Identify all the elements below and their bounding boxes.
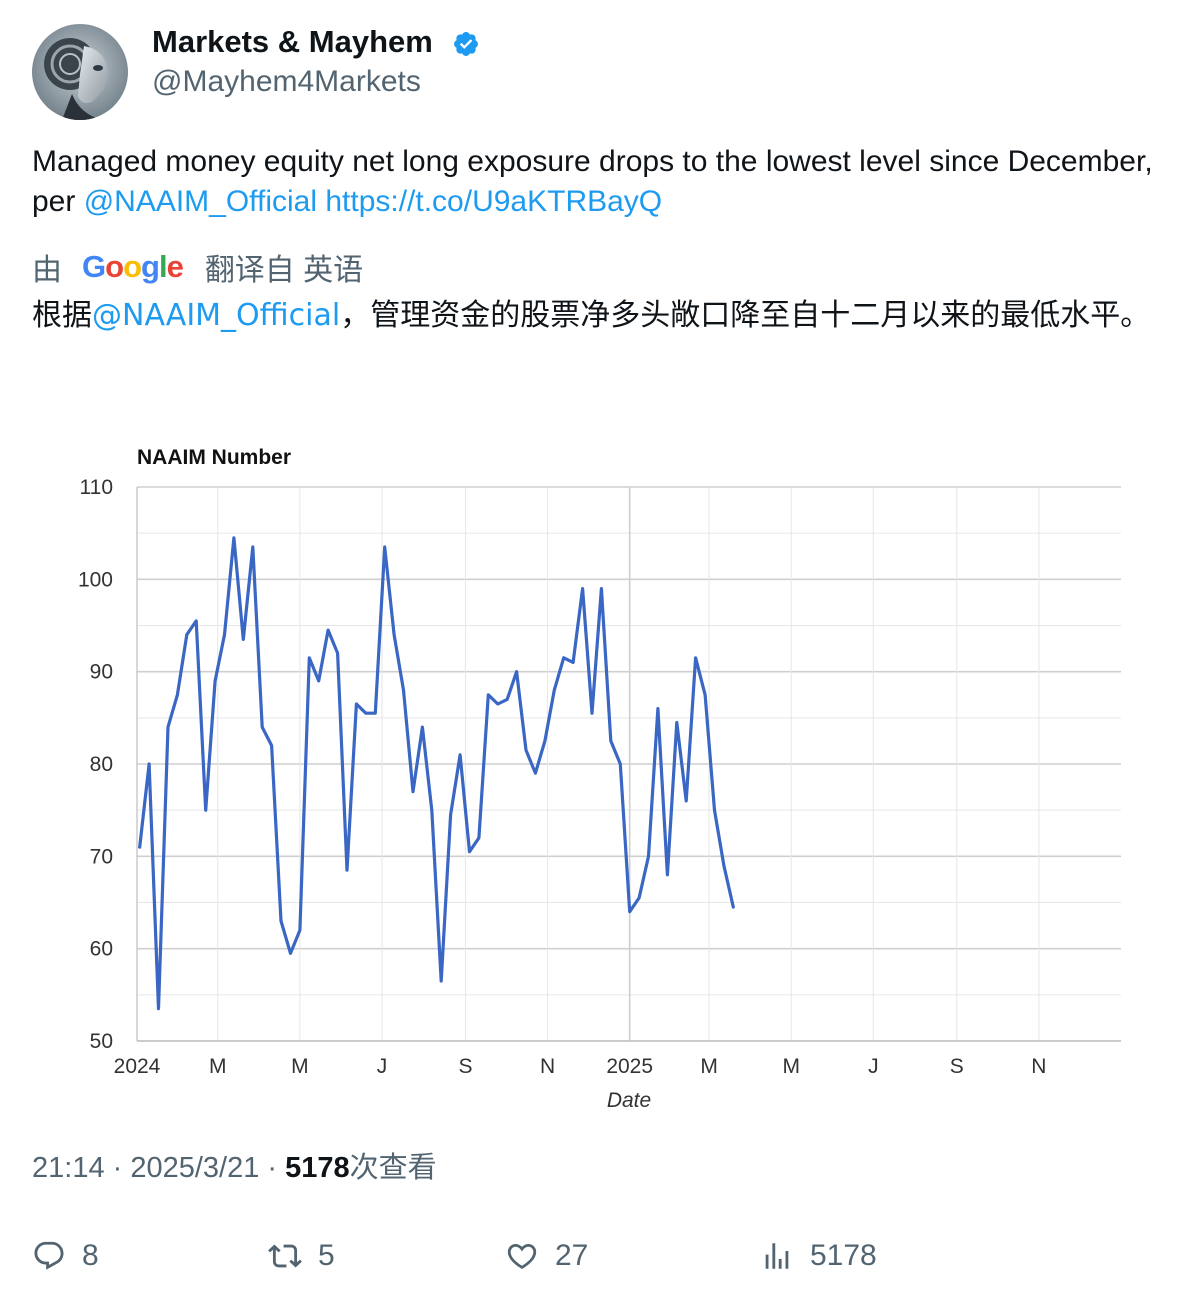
x-tick-label: N: [1031, 1055, 1046, 1078]
chart-title: NAAIM Number: [137, 446, 291, 469]
google-logo-letter: G: [82, 249, 106, 284]
reply-button[interactable]: 8: [32, 1234, 99, 1278]
author-handle[interactable]: @Mayhem4Markets: [152, 63, 421, 101]
x-axis-label: Date: [607, 1089, 651, 1112]
x-tick-label: S: [458, 1055, 472, 1078]
y-tick-label: 90: [90, 661, 113, 684]
y-tick-label: 80: [90, 753, 113, 776]
reply-icon: [34, 1241, 64, 1270]
x-tick-label: M: [700, 1055, 718, 1078]
avatar-robot-image: [32, 24, 128, 120]
view-count: 5178: [285, 1152, 350, 1184]
url-link[interactable]: https://t.co/U9aKTRBayQ: [325, 185, 662, 218]
view-count-label: 次查看: [349, 1152, 437, 1184]
google-logo-letter: o: [105, 249, 124, 284]
like-count: 27: [555, 1239, 589, 1272]
y-tick-label: 110: [80, 476, 113, 499]
translated-text: 根据@NAAIM_Official，管理资金的股票净多头敞口降至自十二月以来的最…: [32, 296, 1162, 336]
y-tick-label: 100: [78, 568, 113, 591]
y-tick-label: 70: [90, 845, 113, 868]
reply-count: 8: [82, 1239, 99, 1272]
chart-image[interactable]: NAAIM Number 5060708090100110 2024 M M J S N 2…: [0, 420, 1196, 1140]
google-logo: Google: [82, 249, 184, 285]
mention-link[interactable]: @NAAIM_Official: [84, 185, 317, 218]
translated-mention-link[interactable]: @NAAIM_Official: [92, 298, 340, 333]
like-button[interactable]: 27: [505, 1234, 588, 1278]
translation-attribution: 由 Google 翻译自 英语: [32, 247, 363, 287]
retweet-count: 5: [318, 1239, 335, 1272]
verified-badge-icon: [454, 32, 478, 56]
chart-grid: [136, 486, 1121, 1042]
x-tick-label: 2025: [606, 1055, 653, 1078]
y-tick-label: 60: [90, 938, 113, 961]
y-tick-label: 50: [90, 1030, 113, 1053]
tweet-meta: 21:14 · 2025/3/21 · 5178次查看: [32, 1148, 437, 1188]
y-axis-ticks: 50 60 70 80 90 100 110: [78, 476, 113, 1053]
tweet-text: Managed money equity net long exposure d…: [32, 142, 1162, 222]
x-tick-label: 2024: [114, 1055, 161, 1078]
translated-text-after: ，管理资金的股票净多头敞口降至自十二月以来的最低水平。: [340, 298, 1151, 333]
google-logo-letter: o: [123, 249, 142, 284]
views-chart-icon: [765, 1243, 789, 1269]
avatar[interactable]: [32, 24, 128, 120]
chart-series: [138, 536, 735, 1011]
translated-text-before: 根据: [32, 298, 92, 333]
x-tick-label: J: [377, 1055, 388, 1078]
retweet-button[interactable]: 5: [268, 1234, 335, 1278]
x-tick-label: M: [291, 1055, 309, 1078]
series-line: [138, 536, 735, 1011]
author-display-name[interactable]: Markets & Mayhem: [152, 22, 433, 62]
x-tick-label: M: [782, 1055, 800, 1078]
x-tick-label: N: [540, 1055, 555, 1078]
x-tick-label: S: [950, 1055, 964, 1078]
heart-icon: [507, 1243, 537, 1269]
google-logo-letter: g: [141, 249, 160, 284]
google-logo-letter: l: [158, 249, 168, 284]
x-tick-label: M: [209, 1055, 227, 1078]
retweet-icon: [268, 1244, 302, 1268]
translated-from-label[interactable]: 翻译自 英语: [205, 245, 363, 289]
views-button[interactable]: 5178: [760, 1234, 877, 1278]
views-count: 5178: [810, 1239, 877, 1272]
tweet-timestamp[interactable]: 21:14 · 2025/3/21 ·: [32, 1152, 285, 1184]
x-tick-label: J: [868, 1055, 879, 1078]
google-logo-letter: e: [166, 249, 184, 284]
x-axis-ticks: 2024 M M J S N 2025 M M J S N: [114, 1055, 1047, 1078]
translated-by-label: 由: [32, 254, 62, 287]
